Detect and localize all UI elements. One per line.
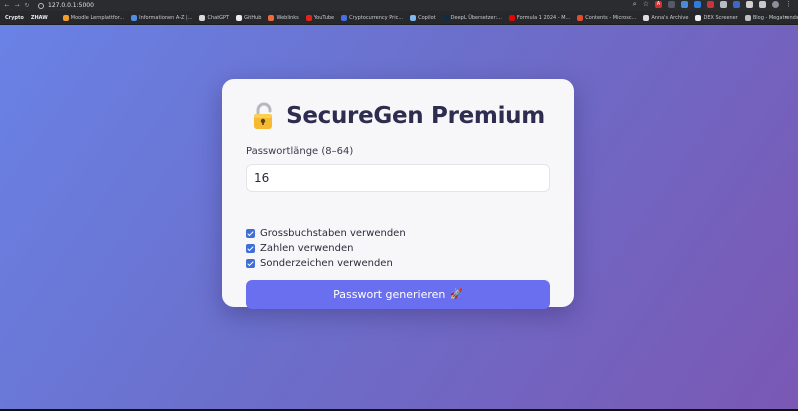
generate-button[interactable]: Passwort generieren 🚀	[246, 280, 550, 309]
symbols-checkbox[interactable]	[246, 259, 255, 268]
bookmark-label: Formula 1 2024 - M...	[516, 14, 571, 21]
reload-icon[interactable]: ↻	[22, 2, 32, 9]
page-title: SecureGen Premium	[286, 103, 545, 129]
symbols-label: Sonderzeichen verwenden	[260, 258, 393, 269]
acrobat-icon[interactable]: A	[655, 1, 662, 8]
bookmark-label: Contents - Microsc...	[585, 14, 637, 21]
bookmark-label: Informationen A-Z |...	[139, 14, 193, 21]
bookmark-favicon-icon	[442, 14, 449, 21]
bookmark-item[interactable]: YouTube	[305, 14, 335, 21]
bookmark-label: Cryptocurrency Pric...	[349, 14, 404, 21]
uppercase-option[interactable]: Grossbuchstaben verwenden	[246, 228, 406, 239]
menu-icon[interactable]: ⋮	[785, 1, 792, 8]
bookmark-favicon-icon	[643, 14, 650, 21]
bookmark-item[interactable]: Informationen A-Z |...	[131, 14, 193, 21]
bookmark-item[interactable]: GitHub	[236, 14, 262, 21]
address-bar[interactable]: 127.0.0.1:5000	[48, 2, 94, 9]
extensions-area: A	[655, 1, 766, 8]
bookmark-label: DeepL Übersetzer:...	[450, 14, 502, 21]
bookmark-favicon-icon	[744, 14, 751, 21]
generate-label: Passwort generieren	[333, 288, 446, 301]
bookmark-label: YouTube	[313, 14, 335, 21]
zoom-icon[interactable]: ⌕	[633, 1, 637, 8]
uppercase-checkbox[interactable]	[246, 229, 255, 238]
bookmark-item[interactable]: Contents - Microsc...	[577, 14, 637, 21]
bookmark-label: Blog - Megatrends	[752, 14, 798, 21]
forward-icon[interactable]: →	[12, 2, 22, 9]
shield-icon[interactable]	[707, 1, 714, 8]
bookmark-favicon-icon	[341, 14, 348, 21]
toolbar-actions: ⌕ ☆ A ⋮	[633, 1, 792, 8]
bookmark-label: ZHAW	[30, 14, 48, 21]
bookmark-item[interactable]: DeepL Übersetzer:...	[442, 14, 502, 21]
bookmark-favicon-icon	[508, 14, 515, 21]
bookmark-label: Copilot	[418, 14, 436, 21]
bookmark-label: GitHub	[244, 14, 262, 21]
bookmark-favicon-icon	[577, 14, 584, 21]
grid-icon[interactable]	[746, 1, 753, 8]
numbers-option[interactable]: Zahlen verwenden	[246, 243, 353, 254]
grammar-icon[interactable]	[668, 1, 675, 8]
bookmark-item[interactable]: Formula 1 2024 - M...	[508, 14, 571, 21]
bookmark-item[interactable]: Anna's Archive	[643, 14, 689, 21]
back-icon[interactable]: ←	[2, 2, 12, 9]
numbers-checkbox[interactable]	[246, 244, 255, 253]
bookmark-item[interactable]: Moodle Lernplattfor...	[62, 14, 125, 21]
bookmark-favicon-icon	[410, 14, 417, 21]
bookmarks-bar: Crypto ZHAW Moodle Lernplattfor... Inform…	[0, 11, 798, 25]
translate-icon[interactable]	[681, 1, 688, 8]
uppercase-label: Grossbuchstaben verwenden	[260, 228, 406, 239]
profile-avatar[interactable]	[772, 1, 779, 8]
bookmark-label: Crypto	[5, 14, 24, 21]
bookmark-label: Moodle Lernplattfor...	[70, 14, 125, 21]
bookmark-label: DEX Screener	[703, 14, 738, 21]
bookmark-favicon-icon	[268, 14, 275, 21]
bookmark-item[interactable]: Cryptocurrency Pric...	[341, 14, 404, 21]
bookmark-favicon-icon	[236, 14, 243, 21]
bookmark-favicon-icon	[695, 14, 702, 21]
numbers-label: Zahlen verwenden	[260, 243, 354, 254]
reader-icon[interactable]	[733, 1, 740, 8]
bookmark-item[interactable]: Copilot	[410, 14, 436, 21]
bookmark-star-icon[interactable]: ☆	[643, 1, 649, 8]
proxy-icon[interactable]	[694, 1, 701, 8]
more-bookmarks-icon[interactable]: »	[784, 14, 788, 21]
generator-card: SecureGen Premium Passwortlänge (8–64) G…	[222, 79, 574, 309]
bookmark-favicon-icon	[199, 14, 206, 21]
lock-icon	[251, 102, 277, 130]
bookmark-favicon-icon	[305, 14, 312, 21]
site-info-icon[interactable]	[38, 2, 44, 9]
symbols-option[interactable]: Sonderzeichen verwenden	[246, 258, 393, 269]
bookmark-list: Moodle Lernplattfor... Informationen A-Z …	[62, 14, 798, 21]
bookmark-folder-zhaw[interactable]: ZHAW	[31, 15, 48, 21]
bookmark-folder-crypto[interactable]: Crypto	[5, 15, 24, 21]
bookmark-label: Anna's Archive	[651, 14, 689, 21]
bookmark-item[interactable]: Weblinks	[268, 14, 299, 21]
browser-toolbar: ← → ↻ 127.0.0.1:5000 ⌕ ☆ A ⋮	[0, 0, 798, 11]
length-label: Passwortlänge (8–64)	[246, 146, 354, 157]
bookmark-label: ChatGPT	[207, 14, 230, 21]
bookmark-favicon-icon	[62, 14, 69, 21]
length-input[interactable]	[246, 164, 550, 192]
title-row: SecureGen Premium	[222, 102, 574, 130]
bookmark-label: Weblinks	[276, 14, 299, 21]
notes-icon[interactable]	[720, 1, 727, 8]
bookmark-favicon-icon	[131, 14, 138, 21]
puzzle-icon[interactable]	[759, 1, 766, 8]
bookmark-item[interactable]: DEX Screener	[695, 14, 738, 21]
rocket-icon: 🚀	[450, 289, 463, 300]
bookmark-item[interactable]: ChatGPT	[199, 14, 230, 21]
bookmark-item[interactable]: Blog - Megatrends	[744, 14, 798, 21]
